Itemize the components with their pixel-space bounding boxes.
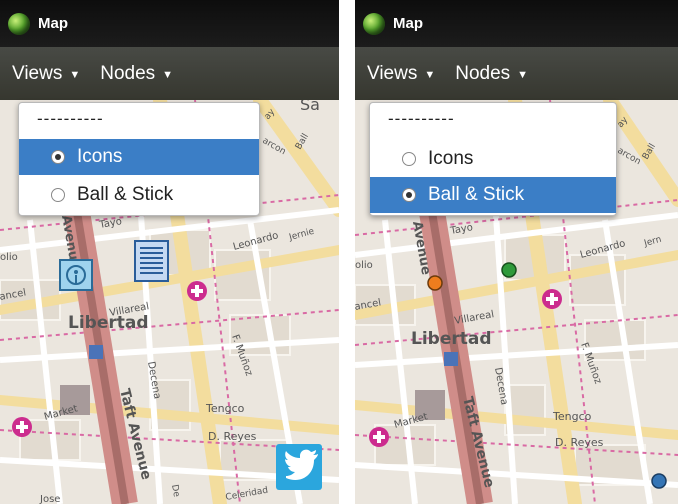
window-title: Map <box>393 15 423 32</box>
hospital-marker <box>542 289 562 309</box>
window-titlebar: Map <box>355 0 678 47</box>
hospital-marker <box>187 281 207 301</box>
view-option-ball-stick[interactable]: Ball & Stick <box>370 177 616 213</box>
menu-bar: Views ▼ Nodes ▼ <box>355 47 678 100</box>
view-option-icons[interactable]: Icons <box>19 139 259 175</box>
map-label-d-reyes: D. Reyes <box>555 436 604 449</box>
caret-down-icon: ▼ <box>69 68 81 81</box>
caret-down-icon: ▼ <box>517 68 529 81</box>
dropdown-separator: ---------- <box>37 109 104 128</box>
radio-selected-icon[interactable] <box>51 150 65 164</box>
window-titlebar: Map <box>0 0 339 47</box>
radio-unselected-icon[interactable] <box>402 152 416 166</box>
menu-bar: Views ▼ Nodes ▼ <box>0 47 339 100</box>
map-label-libertad: Libertad <box>68 313 149 333</box>
map-label-d-reyes: D. Reyes <box>208 430 257 443</box>
caret-down-icon: ▼ <box>424 68 436 81</box>
views-dropdown: ---------- Icons Ball & Stick <box>369 102 617 216</box>
view-option-label: Ball & Stick <box>428 184 525 205</box>
map-label-sa: Sa <box>300 100 320 114</box>
view-option-icons[interactable]: Icons <box>370 141 616 177</box>
nodes-menu[interactable]: Nodes ▼ <box>455 63 528 85</box>
map-label-libertad: Libertad <box>411 329 492 349</box>
nodes-menu-label: Nodes <box>100 62 156 84</box>
hospital-marker <box>12 417 32 437</box>
document-node-icon[interactable] <box>134 240 169 282</box>
hospital-marker <box>369 427 389 447</box>
nodes-menu-label: Nodes <box>455 62 511 84</box>
view-option-label: Icons <box>77 146 123 167</box>
map-label-tengco: Tengco <box>205 402 245 415</box>
views-menu-label: Views <box>12 62 63 84</box>
globe-app-icon <box>363 12 385 35</box>
radio-unselected-icon[interactable] <box>51 188 65 202</box>
view-option-label: Ball & Stick <box>77 184 174 205</box>
twitter-node-icon[interactable] <box>276 444 322 490</box>
green-ball-node[interactable] <box>501 262 517 278</box>
window-title: Map <box>38 15 68 32</box>
views-dropdown: ---------- Icons Ball & Stick <box>18 102 260 216</box>
view-option-ball-stick[interactable]: Ball & Stick <box>19 177 259 213</box>
map-app-panel-icons: Map Views ▼ Nodes ▼ Libertad Taft Avenue… <box>0 0 339 504</box>
orange-ball-node[interactable] <box>427 275 443 291</box>
views-menu-label: Views <box>367 62 418 84</box>
globe-app-icon <box>8 12 30 35</box>
radio-selected-icon[interactable] <box>402 188 416 202</box>
nodes-menu[interactable]: Nodes ▼ <box>100 63 173 85</box>
dropdown-separator: ---------- <box>388 109 455 128</box>
map-label-olio: olio <box>0 252 18 263</box>
map-label-tengco: Tengco <box>552 410 592 423</box>
map-app-panel-ball-stick: Map Views ▼ Nodes ▼ Libertad Taft Avenue… <box>355 0 678 504</box>
views-menu[interactable]: Views ▼ <box>12 63 80 85</box>
blue-ball-node[interactable] <box>651 473 667 489</box>
views-menu[interactable]: Views ▼ <box>367 63 435 85</box>
map-label-olio: olio <box>355 260 373 271</box>
caret-down-icon: ▼ <box>162 68 174 81</box>
map-label-jose: Jose <box>39 494 60 504</box>
view-option-label: Icons <box>428 148 474 169</box>
person-node-icon[interactable] <box>59 259 93 291</box>
